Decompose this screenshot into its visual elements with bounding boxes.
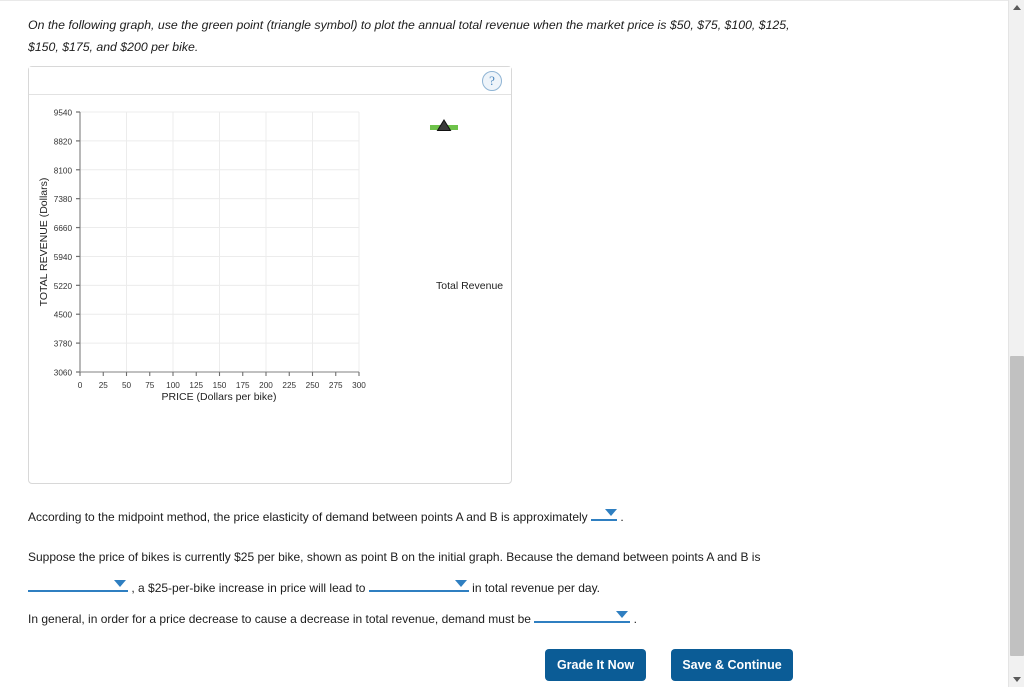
question-1: According to the midpoint method, the pr… [28, 506, 948, 528]
elasticity-dropdown[interactable] [591, 506, 617, 521]
help-icon[interactable]: ? [482, 71, 502, 91]
x-tick-label: 175 [236, 381, 250, 390]
x-tick-label: 50 [122, 381, 132, 390]
graph-panel: ? 3060 3780 4500 5220 5940 6660 7380 8100 8820 95… [28, 66, 512, 484]
caret-down-icon [1013, 677, 1021, 682]
question-1-text: According to the midpoint method, the pr… [28, 510, 588, 524]
y-tick-label: 4500 [54, 311, 73, 320]
question-1-period: . [620, 510, 624, 524]
x-tick-label: 250 [306, 381, 320, 390]
question-3-text: In general, in order for a price decreas… [28, 612, 531, 626]
chevron-down-icon [114, 580, 126, 587]
content-area: On the following graph, use the green po… [0, 0, 1008, 687]
scrollbar-thumb[interactable] [1010, 356, 1024, 656]
question-2-text: Suppose the price of bikes is currently … [28, 550, 761, 564]
question-prompt: On the following graph, use the green po… [28, 18, 790, 54]
revenue-change-dropdown[interactable] [368, 577, 469, 592]
question-3: In general, in order for a price decreas… [28, 608, 948, 630]
legend-label-total-revenue: Total Revenue [436, 280, 504, 292]
x-tick-label: 100 [166, 381, 180, 390]
question-2: Suppose the price of bikes is currently … [28, 547, 978, 599]
x-tick-label: 275 [329, 381, 343, 390]
scrollbar-down-button[interactable] [1009, 671, 1024, 687]
y-tick-label: 7380 [54, 195, 73, 204]
question-2-second-line: , a $25-per-bike increase in price will … [28, 577, 978, 599]
chart-area[interactable]: 3060 3780 4500 5220 5940 6660 7380 8100 8820 9540… [29, 95, 511, 483]
chevron-down-icon [454, 580, 467, 587]
x-tick-label: 300 [352, 381, 366, 390]
x-tick-label: 25 [99, 381, 109, 390]
save-and-continue-button[interactable]: Save & Continue [671, 649, 793, 681]
x-tick-label: 200 [259, 381, 273, 390]
x-tick-label: 125 [189, 381, 203, 390]
x-tick-label: 0 [78, 381, 83, 390]
grade-it-now-button[interactable]: Grade It Now [545, 649, 646, 681]
page-scrollbar[interactable] [1008, 0, 1024, 687]
y-tick-label: 9540 [54, 109, 73, 118]
graph-panel-header [29, 67, 511, 95]
y-tick-label: 5940 [54, 253, 73, 262]
y-axis-ticks: 3060 3780 4500 5220 5940 6660 7380 8100 8820 9540 [54, 109, 80, 378]
x-tick-label: 75 [145, 381, 155, 390]
x-tick-label: 150 [213, 381, 227, 390]
demand-elasticity-dropdown[interactable] [534, 608, 631, 623]
question-2-text-mid: , a $25-per-bike increase in price will … [131, 581, 366, 595]
top-divider [0, 0, 1008, 1]
question-2-text-end: in total revenue per day. [472, 581, 601, 595]
y-tick-label: 8100 [54, 166, 73, 175]
y-tick-label: 3060 [54, 369, 73, 378]
x-tick-label: 225 [282, 381, 296, 390]
legend-marker-total-revenue[interactable] [430, 119, 458, 131]
x-axis-title: PRICE (Dollars per bike) [162, 391, 277, 403]
scrollbar-up-button[interactable] [1009, 0, 1024, 16]
y-axis-title: TOTAL REVENUE (Dollars) [38, 178, 50, 307]
chevron-down-icon [605, 509, 617, 516]
caret-up-icon [1013, 5, 1021, 10]
y-tick-label: 5220 [54, 282, 73, 291]
page-root: On the following graph, use the green po… [0, 0, 1024, 687]
chevron-down-icon [616, 611, 629, 618]
demand-type-dropdown[interactable] [28, 577, 128, 592]
y-tick-label: 3780 [54, 340, 73, 349]
question-3-period: . [633, 612, 637, 626]
y-tick-label: 8820 [54, 137, 73, 146]
x-axis-ticks: 0 25 50 75 100 125 150 175 200 225 250 275 300 [78, 372, 366, 390]
y-tick-label: 6660 [54, 224, 73, 233]
